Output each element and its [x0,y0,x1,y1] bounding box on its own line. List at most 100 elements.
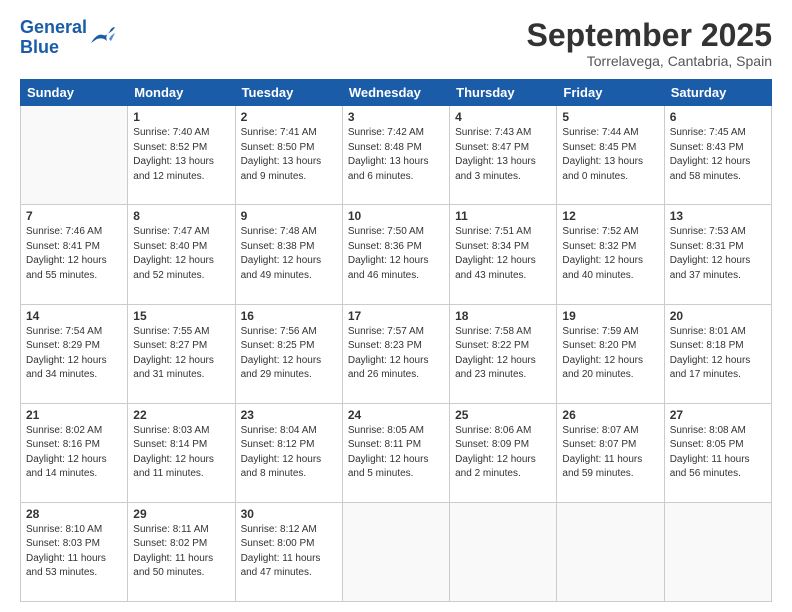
table-row: 5Sunrise: 7:44 AM Sunset: 8:45 PM Daylig… [557,106,664,205]
cell-info: Sunrise: 8:11 AM Sunset: 8:02 PM Dayligh… [133,523,229,581]
table-row: 12 Sunrise: 7:52 AM Sunset: 8:32 PM Dayli… [557,205,664,304]
logo-bird-icon [89,25,117,47]
table-row: 24 Sunrise: 8:05 AM Sunset: 8:11 PM Dayli… [342,403,449,502]
table-row: 23 Sunrise: 8:04 AM Sunset: 8:12 PM Dayli… [235,403,342,502]
day-number: 20 [670,309,766,323]
cell-info: Sunrise: 7:41 AM Sunset: 8:50 PM Dayligh… [241,126,337,184]
cell-info: Sunrise: 7:43 AM Sunset: 8:47 PM Dayligh… [455,126,551,184]
day-number: 25 [455,408,551,422]
cell-info: Sunrise: 8:04 AM Sunset: 8:12 PM Dayligh… [241,424,337,482]
cell-info: Sunrise: 7:48 AM Sunset: 8:38 PM Dayligh… [241,225,337,283]
cell-info: Sunrise: 7:56 AM Sunset: 8:25 PM Dayligh… [241,325,337,383]
table-row [342,502,449,601]
table-row: 21 Sunrise: 8:02 AM Sunset: 8:16 PM Dayli… [21,403,128,502]
cell-info: Sunrise: 8:06 AM Sunset: 8:09 PM Dayligh… [455,424,551,482]
location: Torrelavega, Cantabria, Spain [527,53,772,69]
day-number: 22 [133,408,229,422]
day-number: 29 [133,507,229,521]
col-wednesday: Wednesday [342,80,449,106]
col-friday: Friday [557,80,664,106]
table-row: 20 Sunrise: 8:01 AM Sunset: 8:18 PM Dayli… [664,304,771,403]
cell-info: Sunrise: 7:51 AM Sunset: 8:34 PM Dayligh… [455,225,551,283]
day-number: 4 [455,110,551,124]
day-number: 30 [241,507,337,521]
page: General Blue September 2025 Torrelavega,… [0,0,792,612]
cell-info: Sunrise: 8:03 AM Sunset: 8:14 PM Dayligh… [133,424,229,482]
calendar-week-row: 28Sunrise: 8:10 AM Sunset: 8:03 PM Dayli… [21,502,772,601]
col-tuesday: Tuesday [235,80,342,106]
day-number: 9 [241,209,337,223]
table-row: 6Sunrise: 7:45 AM Sunset: 8:43 PM Daylig… [664,106,771,205]
cell-info: Sunrise: 7:40 AM Sunset: 8:52 PM Dayligh… [133,126,229,184]
cell-info: Sunrise: 7:58 AM Sunset: 8:22 PM Dayligh… [455,325,551,383]
table-row [557,502,664,601]
col-monday: Monday [128,80,235,106]
col-saturday: Saturday [664,80,771,106]
cell-info: Sunrise: 7:50 AM Sunset: 8:36 PM Dayligh… [348,225,444,283]
table-row: 15 Sunrise: 7:55 AM Sunset: 8:27 PM Dayli… [128,304,235,403]
calendar-week-row: 1 Sunrise: 7:40 AM Sunset: 8:52 PM Daylig… [21,106,772,205]
cell-info: Sunrise: 7:52 AM Sunset: 8:32 PM Dayligh… [562,225,658,283]
table-row: 9 Sunrise: 7:48 AM Sunset: 8:38 PM Daylig… [235,205,342,304]
day-number: 27 [670,408,766,422]
col-thursday: Thursday [450,80,557,106]
cell-info: Sunrise: 7:42 AM Sunset: 8:48 PM Dayligh… [348,126,444,184]
cell-info: Sunrise: 7:54 AM Sunset: 8:29 PM Dayligh… [26,325,122,383]
table-row: 25 Sunrise: 8:06 AM Sunset: 8:09 PM Dayli… [450,403,557,502]
cell-info: Sunrise: 7:53 AM Sunset: 8:31 PM Dayligh… [670,225,766,283]
cell-info: Sunrise: 8:02 AM Sunset: 8:16 PM Dayligh… [26,424,122,482]
table-row: 14 Sunrise: 7:54 AM Sunset: 8:29 PM Dayli… [21,304,128,403]
cell-info: Sunrise: 7:55 AM Sunset: 8:27 PM Dayligh… [133,325,229,383]
table-row: 17Sunrise: 7:57 AM Sunset: 8:23 PM Dayli… [342,304,449,403]
cell-info: Sunrise: 7:59 AM Sunset: 8:20 PM Dayligh… [562,325,658,383]
day-number: 26 [562,408,658,422]
table-row: 16Sunrise: 7:56 AM Sunset: 8:25 PM Dayli… [235,304,342,403]
table-row [664,502,771,601]
table-row [450,502,557,601]
day-number: 17 [348,309,444,323]
calendar-week-row: 14 Sunrise: 7:54 AM Sunset: 8:29 PM Dayli… [21,304,772,403]
table-row: 26 Sunrise: 8:07 AM Sunset: 8:07 PM Dayli… [557,403,664,502]
cell-info: Sunrise: 8:07 AM Sunset: 8:07 PM Dayligh… [562,424,658,482]
table-row: 8Sunrise: 7:47 AM Sunset: 8:40 PM Daylig… [128,205,235,304]
calendar-week-row: 21 Sunrise: 8:02 AM Sunset: 8:16 PM Dayli… [21,403,772,502]
table-row: 27Sunrise: 8:08 AM Sunset: 8:05 PM Dayli… [664,403,771,502]
day-number: 10 [348,209,444,223]
logo-text: General Blue [20,18,87,58]
table-row: 4 Sunrise: 7:43 AM Sunset: 8:47 PM Daylig… [450,106,557,205]
day-number: 18 [455,309,551,323]
table-row: 19Sunrise: 7:59 AM Sunset: 8:20 PM Dayli… [557,304,664,403]
day-number: 24 [348,408,444,422]
calendar-header-row: Sunday Monday Tuesday Wednesday Thursday… [21,80,772,106]
col-sunday: Sunday [21,80,128,106]
logo-line1: General [20,17,87,37]
table-row: 11 Sunrise: 7:51 AM Sunset: 8:34 PM Dayli… [450,205,557,304]
day-number: 3 [348,110,444,124]
day-number: 11 [455,209,551,223]
day-number: 8 [133,209,229,223]
cell-info: Sunrise: 8:05 AM Sunset: 8:11 PM Dayligh… [348,424,444,482]
day-number: 21 [26,408,122,422]
day-number: 1 [133,110,229,124]
cell-info: Sunrise: 8:01 AM Sunset: 8:18 PM Dayligh… [670,325,766,383]
table-row: 10 Sunrise: 7:50 AM Sunset: 8:36 PM Dayli… [342,205,449,304]
day-number: 6 [670,110,766,124]
logo-line2: Blue [20,37,59,57]
table-row: 13 Sunrise: 7:53 AM Sunset: 8:31 PM Dayli… [664,205,771,304]
header: General Blue September 2025 Torrelavega,… [20,18,772,69]
table-row: 29 Sunrise: 8:11 AM Sunset: 8:02 PM Dayli… [128,502,235,601]
cell-info: Sunrise: 7:44 AM Sunset: 8:45 PM Dayligh… [562,126,658,184]
table-row: 28Sunrise: 8:10 AM Sunset: 8:03 PM Dayli… [21,502,128,601]
table-row: 18 Sunrise: 7:58 AM Sunset: 8:22 PM Dayli… [450,304,557,403]
day-number: 14 [26,309,122,323]
day-number: 28 [26,507,122,521]
cell-info: Sunrise: 8:12 AM Sunset: 8:00 PM Dayligh… [241,523,337,581]
day-number: 15 [133,309,229,323]
cell-info: Sunrise: 7:46 AM Sunset: 8:41 PM Dayligh… [26,225,122,283]
table-row: 3 Sunrise: 7:42 AM Sunset: 8:48 PM Daylig… [342,106,449,205]
table-row: 2Sunrise: 7:41 AM Sunset: 8:50 PM Daylig… [235,106,342,205]
day-number: 23 [241,408,337,422]
day-number: 13 [670,209,766,223]
table-row: 22 Sunrise: 8:03 AM Sunset: 8:14 PM Dayli… [128,403,235,502]
day-number: 12 [562,209,658,223]
